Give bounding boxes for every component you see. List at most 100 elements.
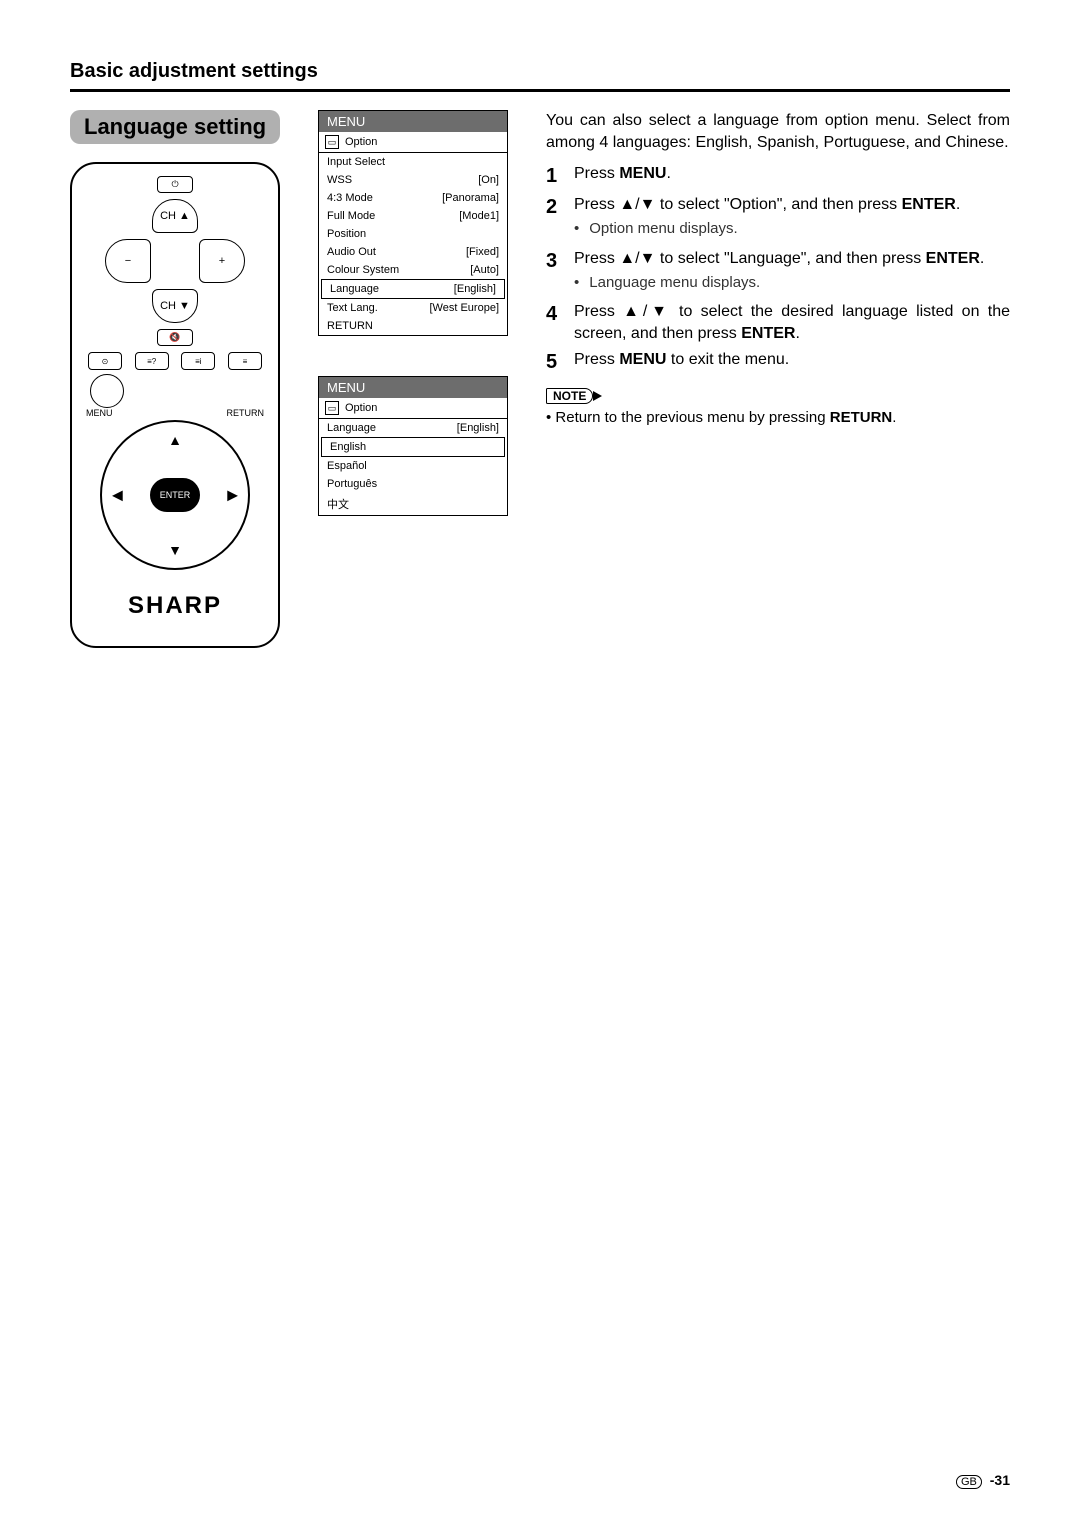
option-icon: ▭ <box>325 135 339 149</box>
step1-bold: MENU <box>619 165 666 182</box>
menu1-subtitle: Option <box>345 136 377 148</box>
menu1-row-value: [On] <box>478 174 499 186</box>
menu1-row-label: WSS <box>327 174 352 186</box>
menu2-subtitle: Option <box>345 402 377 414</box>
note-bold: RETURN <box>830 409 893 426</box>
step2-bold: ENTER <box>902 196 956 213</box>
channel-up-button: CH ▲ <box>152 199 198 233</box>
menu2-option: Português <box>319 475 507 493</box>
menu2-option-label: Español <box>327 460 367 472</box>
menu2-header-row: Language [English] <box>319 419 507 437</box>
menu1-title: MENU <box>319 111 507 132</box>
step2-bullet: Option menu displays. <box>574 219 1010 239</box>
intro-text: You can also select a language from opti… <box>546 110 1010 155</box>
menu2-option: 中文 <box>319 493 507 515</box>
divider <box>70 89 1010 92</box>
dpad-down-icon: ▼ <box>168 542 182 558</box>
step2-post: . <box>956 196 960 213</box>
footer-region: GB <box>956 1475 982 1489</box>
language-setting-banner: Language setting <box>70 110 280 144</box>
step-number: 2 <box>546 194 564 244</box>
menu1-row: RETURN <box>319 317 507 335</box>
menu1-row-label: Text Lang. <box>327 302 378 314</box>
step-2: 2 Press ▲/▼ to select "Option", and then… <box>546 194 1010 244</box>
step3-pre: Press ▲/▼ to select "Language", and then… <box>574 250 926 267</box>
steps-list: 1 Press MENU. 2 Press ▲/▼ to select "Opt… <box>546 163 1010 376</box>
channel-down-button: CH ▼ <box>152 289 198 323</box>
note-tag: NOTE <box>546 388 593 404</box>
menu2-header-value: [English] <box>457 422 499 434</box>
note-pre: Return to the previous menu by pressing <box>555 409 829 426</box>
remote-column: Language setting ⏻ CH ▲ − + CH ▼ 🔇 ⊙ ≡? … <box>70 110 290 648</box>
menu1-row-label: Position <box>327 228 366 240</box>
dpad-right-icon: ▶ <box>227 487 238 504</box>
step5-bold: MENU <box>619 351 666 368</box>
menu1-row-value: [West Europe] <box>430 302 500 314</box>
note-text: Return to the previous menu by pressing … <box>546 409 1010 426</box>
instructions-column: You can also select a language from opti… <box>546 110 1010 426</box>
step-number: 3 <box>546 248 564 298</box>
vol-plus-label: + <box>219 255 225 267</box>
note-post: . <box>892 409 896 426</box>
menu1-subtitle-row: ▭ Option <box>319 132 507 153</box>
brand-logo: SHARP <box>84 592 266 620</box>
menu1-row-value: [Mode1] <box>459 210 499 222</box>
icon-button-4: ≡ <box>228 352 262 370</box>
top-small-button: ⏻ <box>157 176 193 193</box>
remote-illustration: ⏻ CH ▲ − + CH ▼ 🔇 ⊙ ≡? ≡i ≡ MENU RETURN <box>70 162 280 648</box>
menu2-option: English <box>321 437 505 457</box>
step-1: 1 Press MENU. <box>546 163 1010 190</box>
menu2-title: MENU <box>319 377 507 398</box>
menu2-subtitle-row: ▭ Option <box>319 398 507 419</box>
step3-bullet: Language menu displays. <box>574 273 1010 293</box>
step-number: 1 <box>546 163 564 190</box>
menu1-row: Audio Out [Fixed] <box>319 243 507 261</box>
menu1-row: Full Mode [Mode1] <box>319 207 507 225</box>
step3-post: . <box>980 250 984 267</box>
menu1-row-value: [Fixed] <box>466 246 499 258</box>
menu2-option-label: 中文 <box>327 496 349 512</box>
option-menu-box: MENU ▭ Option Input Select WSS [On] 4:3 Mod… <box>318 110 508 336</box>
icon-button-2: ≡? <box>135 352 169 370</box>
page-footer: GB -31 <box>956 1472 1010 1488</box>
menu2-option-label: English <box>330 441 366 453</box>
menu-label: MENU <box>86 408 113 418</box>
step-3: 3 Press ▲/▼ to select "Language", and th… <box>546 248 1010 298</box>
step5-pre: Press <box>574 351 619 368</box>
vol-minus-label: − <box>125 255 131 267</box>
menu1-row: Colour System [Auto] <box>319 261 507 279</box>
menu-circle-button <box>90 374 124 408</box>
step3-bold: ENTER <box>926 250 980 267</box>
menu1-row-label: 4:3 Mode <box>327 192 373 204</box>
icon-button-3: ≡i <box>181 352 215 370</box>
step-4: 4 Press ▲/▼ to select the desired langua… <box>546 301 1010 344</box>
step4-post: . <box>795 325 799 342</box>
menu1-row-label: Input Select <box>327 156 385 168</box>
menu1-row-label: Colour System <box>327 264 399 276</box>
menu-column: MENU ▭ Option Input Select WSS [On] 4:3 Mod… <box>318 110 518 516</box>
step5-post: to exit the menu. <box>666 351 789 368</box>
menu1-row-value: [English] <box>454 283 496 295</box>
menu1-row: Input Select <box>319 153 507 171</box>
step1-pre: Press <box>574 165 619 182</box>
menu1-row-label: Audio Out <box>327 246 376 258</box>
menu2-option: Español <box>319 457 507 475</box>
menu1-row-label: RETURN <box>327 320 373 332</box>
menu1-row: WSS [On] <box>319 171 507 189</box>
volume-down-button: − <box>105 239 151 283</box>
step-number: 5 <box>546 349 564 376</box>
step-number: 4 <box>546 301 564 344</box>
menu2-option-label: Português <box>327 478 377 490</box>
menu1-row-label: Full Mode <box>327 210 375 222</box>
footer-page: -31 <box>990 1472 1010 1488</box>
enter-button: ENTER <box>150 478 200 512</box>
dpad-up-icon: ▲ <box>168 432 182 448</box>
menu1-row-value: [Auto] <box>470 264 499 276</box>
menu1-row-value: [Panorama] <box>442 192 499 204</box>
step1-post: . <box>666 165 670 182</box>
step-5: 5 Press MENU to exit the menu. <box>546 349 1010 376</box>
icon-button-1: ⊙ <box>88 352 122 370</box>
menu1-row-label: Language <box>330 283 379 295</box>
dpad-left-icon: ◀ <box>112 487 123 504</box>
step2-pre: Press ▲/▼ to select "Option", and then p… <box>574 196 902 213</box>
